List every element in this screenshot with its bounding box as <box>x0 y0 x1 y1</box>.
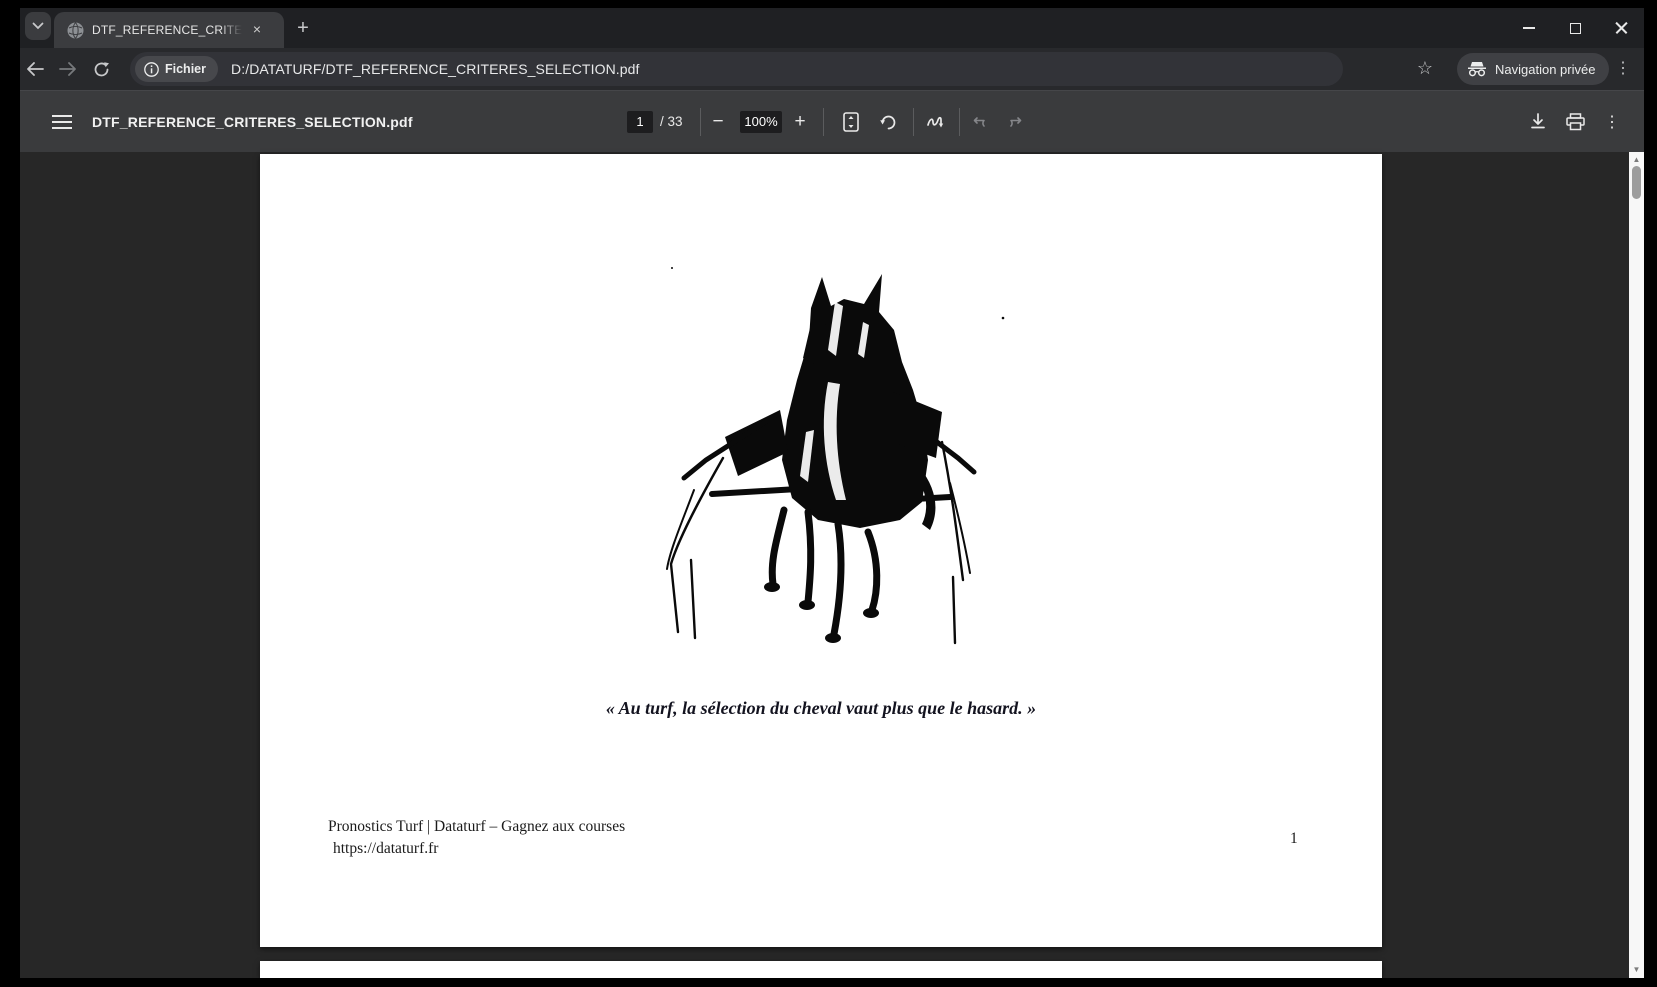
scroll-down-icon[interactable]: ▼ <box>1629 965 1644 974</box>
scrollbar-thumb[interactable] <box>1632 166 1641 199</box>
print-icon <box>1566 113 1585 131</box>
pdf-menu-icon[interactable] <box>50 110 74 134</box>
pdf-content-area[interactable]: « Au turf, la sélection du cheval vaut p… <box>20 152 1644 978</box>
tab-search-button[interactable] <box>25 12 51 40</box>
chrome-window: DTF_REFERENCE_CRITERES_SELE × + <box>20 8 1644 978</box>
page-quote: « Au turf, la sélection du cheval vaut p… <box>260 698 1382 719</box>
window-maximize-button[interactable] <box>1552 8 1598 48</box>
globe-favicon-icon <box>67 22 84 39</box>
incognito-icon <box>1467 61 1487 77</box>
toolbar-divider <box>959 108 960 136</box>
redo-icon <box>1004 115 1022 129</box>
browser-toolbar: Fichier D:/DATATURF/DTF_REFERENCE_CRITER… <box>20 48 1644 90</box>
close-icon <box>1615 22 1628 35</box>
annotate-button[interactable] <box>923 108 951 136</box>
redo-button[interactable] <box>999 108 1027 136</box>
pdf-toolbar: DTF_REFERENCE_CRITERES_SELECTION.pdf 1 /… <box>20 90 1644 152</box>
undo-icon <box>973 115 991 129</box>
zoom-level-input[interactable]: 100% <box>740 111 782 133</box>
page-number-input[interactable]: 1 <box>627 111 653 133</box>
active-tab[interactable]: DTF_REFERENCE_CRITERES_SELE × <box>54 12 284 48</box>
incognito-label: Navigation privée <box>1495 62 1595 77</box>
page-count-label: / 33 <box>660 114 683 129</box>
pdf-filename: DTF_REFERENCE_CRITERES_SELECTION.pdf <box>92 114 413 130</box>
browser-menu-icon[interactable]: ⋮ <box>1610 56 1636 82</box>
address-bar[interactable]: Fichier D:/DATATURF/DTF_REFERENCE_CRITER… <box>130 52 1343 86</box>
fit-page-button[interactable] <box>837 108 865 136</box>
new-tab-button[interactable]: + <box>290 16 316 42</box>
toolbar-divider <box>913 108 914 136</box>
zoom-in-button[interactable]: + <box>786 108 814 136</box>
tab-strip: DTF_REFERENCE_CRITERES_SELE × + <box>20 8 1644 48</box>
url-text: D:/DATATURF/DTF_REFERENCE_CRITERES_SELEC… <box>231 61 640 77</box>
toolbar-divider <box>700 108 701 136</box>
vertical-scrollbar[interactable]: ▲ ▼ <box>1629 152 1644 978</box>
fit-page-icon <box>843 112 859 132</box>
tab-title: DTF_REFERENCE_CRITERES_SELE <box>92 23 242 37</box>
chevron-down-icon <box>32 22 44 30</box>
footer-line-1: Pronostics Turf | Dataturf – Gagnez aux … <box>328 818 625 836</box>
browser-window: DTF_REFERENCE_CRITERES_SELE × + <box>0 0 1657 987</box>
undo-button[interactable] <box>968 108 996 136</box>
download-icon <box>1530 113 1546 131</box>
window-controls <box>1506 8 1644 48</box>
toolbar-divider <box>823 108 824 136</box>
forward-button[interactable] <box>55 56 81 82</box>
pdf-more-icon[interactable]: ⋮ <box>1598 108 1626 136</box>
horse-sulky-illustration <box>658 262 1010 666</box>
pen-squiggle-icon <box>926 114 948 130</box>
tab-close-icon[interactable]: × <box>248 21 266 39</box>
tab-title-fade <box>220 23 242 37</box>
rotate-icon <box>879 113 898 132</box>
reload-button[interactable] <box>88 56 114 82</box>
reload-icon <box>93 61 110 78</box>
window-close-button[interactable] <box>1598 8 1644 48</box>
info-icon <box>144 62 159 77</box>
minimize-icon <box>1523 27 1535 29</box>
rotate-button[interactable] <box>874 108 902 136</box>
pdf-page-1: « Au turf, la sélection du cheval vaut p… <box>260 154 1382 947</box>
file-chip-label: Fichier <box>165 62 206 76</box>
pdf-page-2-top-edge <box>260 961 1382 978</box>
print-button[interactable] <box>1561 108 1589 136</box>
window-minimize-button[interactable] <box>1506 8 1552 48</box>
back-button[interactable] <box>22 56 48 82</box>
scroll-up-icon[interactable]: ▲ <box>1629 155 1644 164</box>
back-arrow-icon <box>26 62 44 76</box>
forward-arrow-icon <box>59 62 77 76</box>
incognito-badge[interactable]: Navigation privée <box>1457 53 1609 85</box>
footer-link: https://dataturf.fr <box>333 840 438 858</box>
download-button[interactable] <box>1524 108 1552 136</box>
zoom-out-button[interactable]: − <box>704 108 732 136</box>
bookmark-star-icon[interactable]: ☆ <box>1412 56 1438 82</box>
maximize-icon <box>1570 23 1581 34</box>
file-scheme-chip[interactable]: Fichier <box>135 56 218 82</box>
printed-page-number: 1 <box>1290 830 1298 848</box>
